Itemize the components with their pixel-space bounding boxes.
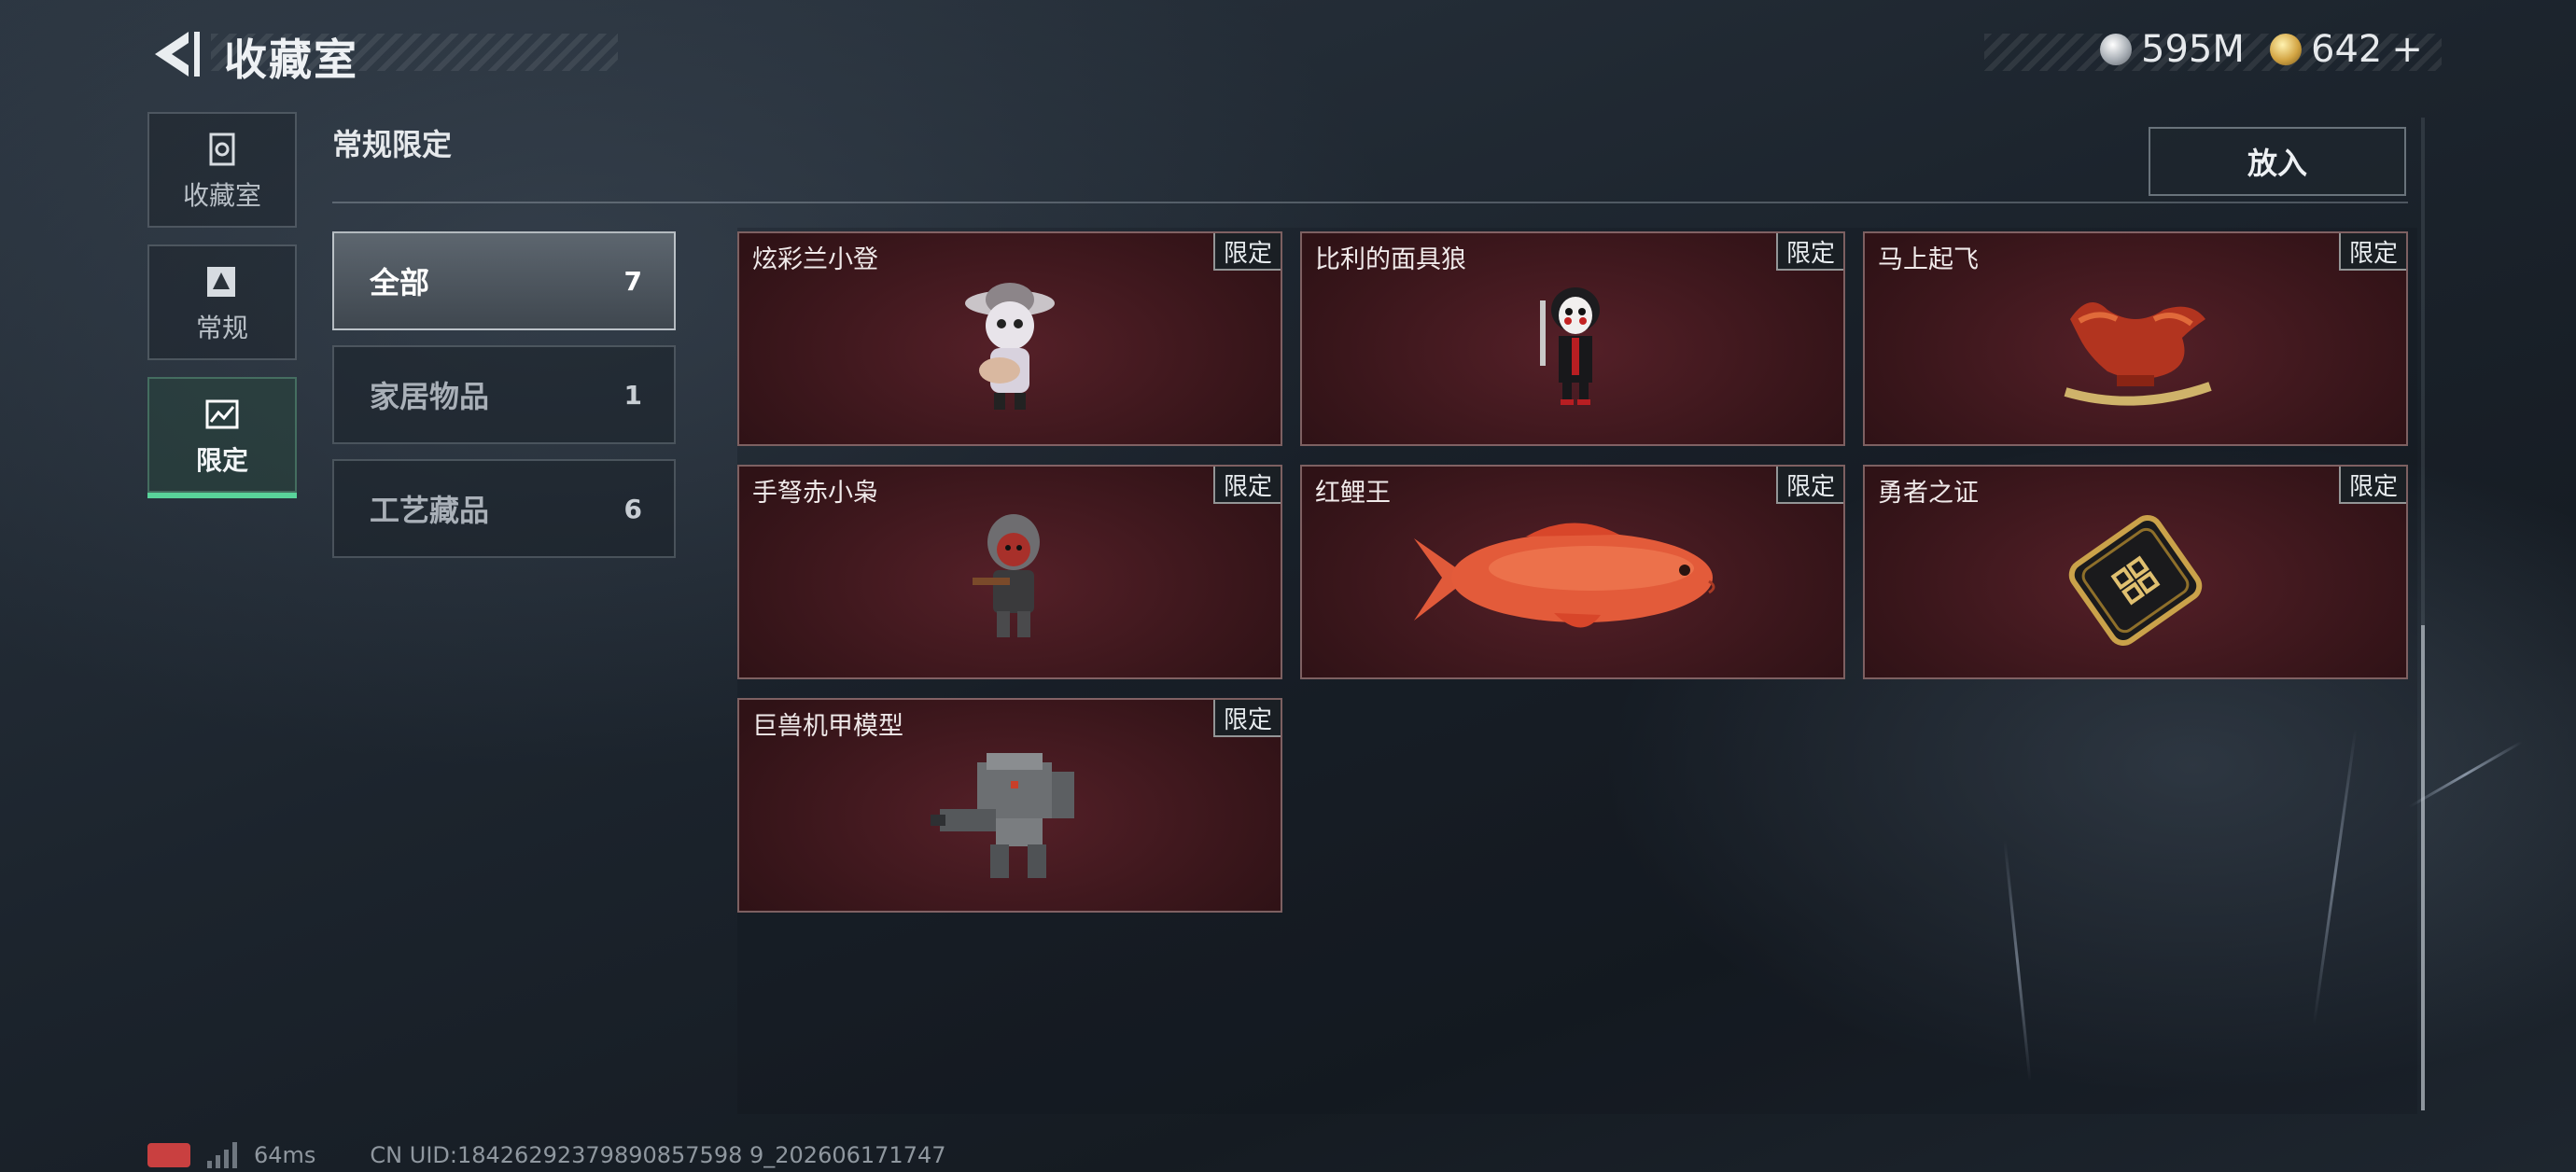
collection-card[interactable]: 巨兽机甲模型 限定 <box>737 698 1282 913</box>
gold-currency[interactable]: 642 + <box>2270 28 2423 71</box>
filter-home-items[interactable]: 家居物品 1 <box>332 345 676 444</box>
gold-coin-icon <box>2270 34 2302 65</box>
collection-card[interactable]: 马上起飞 限定 <box>1863 231 2408 446</box>
collection-card[interactable]: 红鲤王 限定 <box>1300 465 1845 679</box>
item-name: 勇者之证 <box>1878 479 1979 508</box>
signal-icon <box>207 1142 237 1168</box>
scrollbar-thumb[interactable] <box>2421 625 2425 1110</box>
section-title: 常规限定 <box>332 127 453 162</box>
mech-model-icon <box>931 753 1074 879</box>
item-name: 巨兽机甲模型 <box>752 712 903 741</box>
gold-card-icon <box>2068 515 2203 647</box>
limited-badge: 限定 <box>1213 233 1281 271</box>
limited-icon <box>205 399 239 429</box>
back-arrow-icon <box>155 32 200 77</box>
collection-room-icon <box>209 133 235 166</box>
divider <box>332 202 2408 203</box>
nav-item-limited[interactable]: 限定 <box>147 377 297 498</box>
status-footer: 64ms CN UID:18426292379890857598 9_20260… <box>147 1142 946 1168</box>
puppet-mask-figure-icon <box>1540 287 1600 406</box>
filter-label: 全部 <box>370 265 430 300</box>
filter-label: 家居物品 <box>370 379 490 414</box>
silver-amount: 595M <box>2141 28 2245 71</box>
collection-card[interactable]: 炫彩兰小登 限定 <box>737 231 1282 446</box>
item-name: 比利的面具狼 <box>1315 245 1466 274</box>
filter-craft-collectibles[interactable]: 工艺藏品 6 <box>332 459 676 558</box>
place-button[interactable]: 放入 <box>2149 127 2406 196</box>
nav-item-label: 收藏室 <box>182 180 261 211</box>
collection-card[interactable]: 手弩赤小枭 限定 <box>737 465 1282 679</box>
ping-value: 64ms <box>254 1142 316 1168</box>
hooded-crossbow-figure-icon <box>973 514 1040 638</box>
gold-amount: 642 <box>2311 28 2383 71</box>
limited-badge: 限定 <box>1776 233 1843 271</box>
limited-badge: 限定 <box>2339 467 2406 504</box>
filter-count: 6 <box>623 493 642 524</box>
red-horse-statue-icon <box>2064 302 2212 406</box>
silver-currency: 595M <box>2100 28 2245 71</box>
item-name: 炫彩兰小登 <box>752 245 878 274</box>
limited-badge: 限定 <box>1776 467 1843 504</box>
skeleton-guitar-figure-icon <box>965 283 1055 411</box>
item-name: 红鲤王 <box>1315 479 1391 508</box>
filter-all[interactable]: 全部 7 <box>332 231 676 330</box>
battery-icon <box>147 1143 190 1167</box>
nav-item-collection-room[interactable]: 收藏室 <box>147 112 297 228</box>
red-carp-icon <box>1414 523 1715 628</box>
add-currency-icon[interactable]: + <box>2391 28 2423 71</box>
collection-card[interactable]: 比利的面具狼 限定 <box>1300 231 1845 446</box>
regular-icon <box>207 267 235 297</box>
item-name: 手弩赤小枭 <box>752 479 878 508</box>
filter-count: 1 <box>623 379 642 411</box>
collection-card[interactable]: 勇者之证 限定 <box>1863 465 2408 679</box>
limited-badge: 限定 <box>1213 467 1281 504</box>
limited-badge: 限定 <box>2339 233 2406 271</box>
filter-count: 7 <box>623 265 642 297</box>
silver-coin-icon <box>2100 34 2132 65</box>
limited-badge: 限定 <box>1213 700 1281 737</box>
filter-label: 工艺藏品 <box>370 493 490 528</box>
uid-text: CN UID:18426292379890857598 9_2026061717… <box>370 1142 946 1168</box>
item-name: 马上起飞 <box>1878 245 1979 274</box>
nav-item-label: 限定 <box>195 445 248 476</box>
nav-item-regular[interactable]: 常规 <box>147 244 297 360</box>
nav-item-label: 常规 <box>195 313 248 343</box>
page-title: 收藏室 <box>224 35 358 85</box>
back-button[interactable] <box>147 28 203 80</box>
lightning-decoration <box>2408 740 2523 809</box>
